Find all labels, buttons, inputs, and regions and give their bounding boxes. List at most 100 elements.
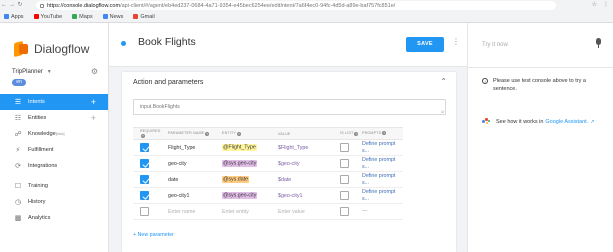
agent-selector[interactable]: TripPlanner ▼ ⚙	[0, 61, 108, 76]
parameter-value[interactable]: $Flight_Type	[275, 145, 335, 151]
microphone-icon[interactable]	[596, 38, 601, 48]
bookmark-youtube[interactable]: YouTube	[33, 14, 62, 20]
sidebar-item-integrations[interactable]: ⟳ Integrations	[0, 158, 108, 174]
parameter-value[interactable]: $geo-city	[275, 161, 335, 167]
sidebar-item-label: Knowledge	[28, 131, 56, 137]
apps-grid-icon	[4, 14, 9, 19]
history-icon: ◷	[14, 199, 22, 206]
sidebar-item-label: History	[28, 199, 46, 205]
intent-title[interactable]: Book Flights	[138, 36, 196, 48]
value-input[interactable]: Enter value	[275, 209, 335, 215]
intent-header: Book Flights SAVE ⋮	[109, 23, 467, 67]
define-prompts-link-cont[interactable]: s...	[362, 148, 369, 154]
define-prompts-link-cont[interactable]: s...	[362, 180, 369, 186]
help-icon[interactable]: ?	[205, 131, 210, 136]
help-icon[interactable]: ?	[382, 131, 387, 136]
sidebar-item-fulfillment[interactable]: ⚡ Fulfillment	[0, 142, 108, 158]
sidebar-item-label: Intents	[28, 99, 45, 105]
bookmark-apps[interactable]: Apps	[4, 14, 24, 20]
bookmarks-bar: Apps YouTube Maps News Gmail	[0, 11, 613, 23]
sidebar-item-entities[interactable]: ☷ Entities +	[0, 110, 108, 126]
entity-value[interactable]: @sys.geo-city	[222, 160, 258, 167]
sidebar-item-label: Fulfillment	[28, 147, 54, 153]
parameter-name[interactable]: geo-city	[163, 161, 219, 167]
parameter-value[interactable]: $date	[275, 177, 335, 183]
help-icon[interactable]: ?	[354, 131, 359, 136]
language-badge[interactable]: en	[12, 79, 26, 86]
try-it-input[interactable]: Try it now	[482, 42, 508, 48]
save-button[interactable]: SAVE	[406, 37, 444, 52]
is-list-checkbox[interactable]	[340, 159, 349, 168]
logo-text: Dialogflow	[34, 42, 90, 56]
parameter-name[interactable]: geo-city1	[163, 193, 219, 199]
dialogflow-logo-icon	[14, 40, 28, 58]
divider	[468, 67, 613, 68]
parameter-name-input[interactable]: Enter name	[163, 209, 219, 215]
gmail-icon	[133, 14, 139, 19]
address-field[interactable]: https://console.dialogflow.com/api-clien…	[36, 1, 556, 10]
agent-name: TripPlanner	[12, 68, 43, 75]
star-icon[interactable]: ☆	[592, 0, 597, 11]
analytics-icon: ▩	[14, 215, 22, 222]
parameter-value[interactable]: $geo-city1	[275, 193, 335, 199]
more-vert-icon[interactable]: ⋮	[452, 37, 460, 46]
bookmark-gmail[interactable]: Gmail	[133, 14, 155, 20]
try-it-panel: Try it now ! Please use test console abo…	[467, 23, 613, 252]
is-list-checkbox[interactable]	[340, 191, 349, 200]
parameters-table: REQUIRED? PARAMETER NAME? ENTITY? VALUE …	[133, 127, 403, 220]
entity-value[interactable]: @sys.geo-city	[222, 192, 258, 199]
new-parameter-link[interactable]: + New parameter	[133, 232, 174, 238]
help-icon[interactable]: ?	[236, 131, 241, 136]
is-list-checkbox[interactable]	[340, 143, 349, 152]
table-header: REQUIRED? PARAMETER NAME? ENTITY? VALUE …	[133, 128, 403, 140]
required-checkbox[interactable]	[140, 207, 149, 216]
sidebar-item-analytics[interactable]: ▩ Analytics	[0, 210, 108, 226]
section-title[interactable]: Action and parameters	[133, 79, 203, 86]
google-assistant-link[interactable]: Google Assistant.	[545, 119, 588, 125]
add-entity-icon[interactable]: +	[91, 113, 96, 123]
define-prompts-link-cont[interactable]: s...	[362, 164, 369, 170]
parameter-name[interactable]: date	[163, 177, 219, 183]
chevron-up-icon[interactable]: ⌃	[440, 77, 447, 86]
info-message: ! Please use test console above to try a…	[482, 77, 608, 93]
logo[interactable]: Dialogflow	[0, 23, 108, 61]
sidebar: Dialogflow TripPlanner ▼ ⚙ en ☰ Intents +…	[0, 23, 109, 252]
bookmark-news[interactable]: News	[102, 14, 123, 20]
back-arrow-icon[interactable]: ←	[0, 0, 8, 11]
parameter-name[interactable]: Flight_Type	[163, 145, 219, 151]
is-list-checkbox[interactable]	[340, 207, 349, 216]
maps-icon	[72, 14, 78, 19]
required-checkbox[interactable]	[140, 159, 149, 168]
add-intent-icon[interactable]: +	[91, 97, 96, 107]
bookmark-maps[interactable]: Maps	[72, 14, 93, 20]
define-prompts-link[interactable]: Define prompt	[362, 173, 395, 179]
reload-icon[interactable]: ↻	[16, 0, 24, 11]
sidebar-item-history[interactable]: ◷ History	[0, 194, 108, 210]
gear-icon[interactable]: ⚙	[91, 67, 98, 76]
menu-dots-icon[interactable]: ⋮	[603, 0, 609, 11]
entity-value[interactable]: @Flight_Type	[222, 144, 257, 151]
required-checkbox[interactable]	[140, 143, 149, 152]
forward-arrow-icon[interactable]: →	[8, 0, 16, 11]
define-prompts-link[interactable]: Define prompt	[362, 189, 395, 195]
external-link-icon[interactable]: ↗	[590, 119, 594, 125]
sidebar-item-knowledge[interactable]: ☍ Knowledge [beta]	[0, 126, 108, 142]
is-list-checkbox[interactable]	[340, 175, 349, 184]
caret-down-icon: ▼	[46, 68, 52, 75]
resize-handle-icon[interactable]: ⇲	[441, 109, 444, 114]
lock-icon	[40, 3, 44, 8]
required-checkbox[interactable]	[140, 191, 149, 200]
define-prompts-link-cont[interactable]: s...	[362, 196, 369, 202]
entity-input[interactable]: Enter entity	[219, 209, 275, 215]
action-parameters-card: Action and parameters ⌃ input.BookFlight…	[122, 72, 456, 252]
define-prompts-link[interactable]: Define prompt	[362, 141, 395, 147]
sidebar-item-label: Entities	[28, 115, 47, 121]
required-checkbox[interactable]	[140, 175, 149, 184]
knowledge-icon: ☍	[14, 131, 22, 138]
sidebar-item-intents[interactable]: ☰ Intents +	[0, 94, 108, 110]
action-name-input[interactable]: input.BookFlights ⇲	[133, 99, 446, 115]
entity-value[interactable]: @sys.date	[222, 176, 250, 183]
define-prompts-link[interactable]: Define prompt	[362, 157, 395, 163]
help-icon[interactable]: ?	[141, 133, 145, 138]
sidebar-item-training[interactable]: ☐ Training	[0, 178, 108, 194]
